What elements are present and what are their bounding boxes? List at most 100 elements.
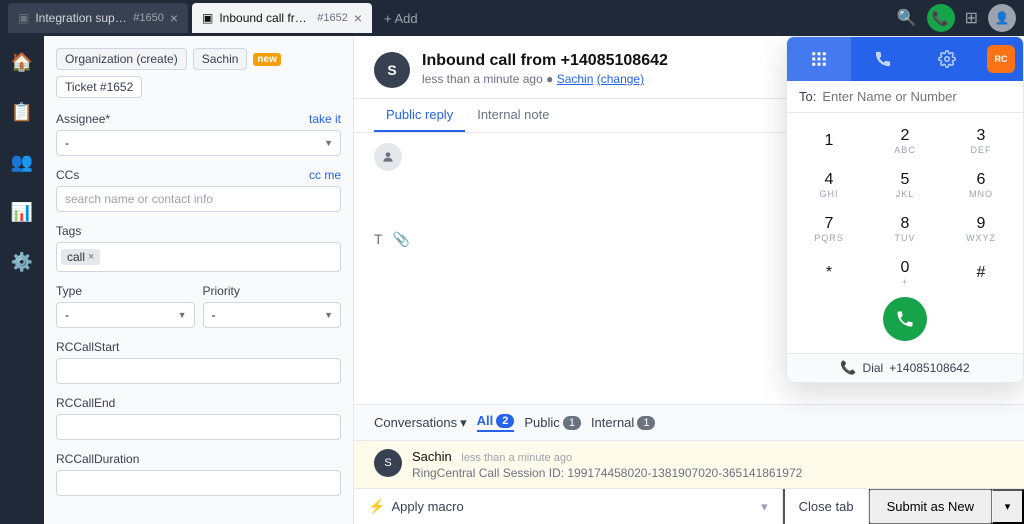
tab-2-close[interactable]: ×	[354, 10, 362, 26]
ccs-input[interactable]	[56, 186, 341, 212]
internal-filter[interactable]: Internal 1	[591, 415, 656, 430]
add-tab-button[interactable]: + Add	[376, 11, 426, 26]
take-it-link[interactable]: take it	[309, 112, 341, 126]
breadcrumb-ticket[interactable]: Ticket #1652	[56, 76, 142, 98]
dialpad-call-row	[799, 297, 1011, 341]
conv-text: RingCentral Call Session ID: 19917445802…	[412, 466, 1004, 480]
call-button[interactable]	[883, 297, 927, 341]
breadcrumb-user[interactable]: Sachin	[193, 48, 248, 70]
side-nav: 🏠 📋 👥 📊 ⚙️	[0, 36, 44, 524]
dialer-tab-phone[interactable]	[851, 37, 915, 81]
main-content: S Inbound call from +14085108642 less th…	[354, 36, 1024, 524]
dialer-to-label: To:	[799, 89, 816, 104]
dialpad-key-9[interactable]: 9WXYZ	[951, 209, 1011, 249]
conversation-item: S Sachin less than a minute ago RingCent…	[354, 440, 1024, 488]
dialpad-key-5[interactable]: 5JKL	[875, 165, 935, 205]
dialpad: 1 2ABC 3DEF 4GHI 5JKL 6MNO 7PQRS 8TUV 9W…	[787, 113, 1023, 353]
tag-call-remove[interactable]: ×	[88, 251, 94, 263]
rccallduration-section: RCCallDuration	[56, 452, 341, 496]
ticket-avatar: S	[374, 52, 410, 88]
reply-tab-internal[interactable]: Internal note	[465, 99, 561, 132]
user-avatar[interactable]: 👤	[988, 4, 1016, 32]
type-select[interactable]: -	[56, 302, 195, 328]
lightning-icon: ⚡	[368, 498, 385, 515]
rccallend-section: RCCallEnd	[56, 396, 341, 440]
text-format-icon[interactable]: T	[374, 231, 383, 248]
cc-me-link[interactable]: cc me	[309, 168, 341, 182]
priority-col: Priority -	[203, 284, 342, 328]
search-button[interactable]: 🔍	[897, 8, 917, 28]
nav-settings[interactable]: ⚙️	[6, 246, 38, 278]
public-filter[interactable]: Public 1	[524, 415, 581, 430]
tags-container[interactable]: call ×	[56, 242, 341, 272]
dialpad-key-3[interactable]: 3DEF	[951, 121, 1011, 161]
phone-button[interactable]: 📞	[927, 4, 955, 32]
rccallstart-input[interactable]	[56, 358, 341, 384]
dialer-popup: RC To: 1 2ABC 3DEF 4GHI 5JKL 6MNO	[786, 36, 1024, 383]
dialpad-key-hash[interactable]: #	[951, 253, 1011, 293]
rccallduration-label: RCCallDuration	[56, 452, 341, 466]
submit-chevron-icon: ▾	[1005, 500, 1011, 513]
tag-call: call ×	[61, 249, 100, 265]
dialpad-key-6[interactable]: 6MNO	[951, 165, 1011, 205]
rccallend-label: RCCallEnd	[56, 396, 341, 410]
submit-button-group: Submit as New ▾	[869, 489, 1024, 524]
nav-inbox[interactable]: 📋	[6, 96, 38, 128]
ticket-change-link[interactable]: (change)	[597, 72, 644, 86]
priority-select[interactable]: -	[203, 302, 342, 328]
internal-count-badge: 1	[637, 416, 655, 430]
submit-dropdown-button[interactable]: ▾	[992, 489, 1024, 524]
attachment-icon[interactable]: 📎	[393, 231, 410, 248]
assignee-section: Assignee* take it -	[56, 112, 341, 156]
dialpad-row-3: 7PQRS 8TUV 9WXYZ	[799, 209, 1011, 249]
priority-label: Priority	[203, 284, 342, 298]
dialpad-key-2[interactable]: 2ABC	[875, 121, 935, 161]
tab-bar: ▣ Integration support call fro... #1650 …	[0, 0, 1024, 36]
assignee-select[interactable]: -	[56, 130, 341, 156]
rccallduration-input[interactable]	[56, 470, 341, 496]
tab-1-close[interactable]: ×	[170, 10, 178, 26]
dialpad-row-4: * 0+ #	[799, 253, 1011, 293]
dialer-tab-grid[interactable]	[787, 37, 851, 81]
nav-home[interactable]: 🏠	[6, 46, 38, 78]
dialpad-key-star[interactable]: *	[799, 253, 859, 293]
close-tab-button[interactable]: Close tab	[783, 489, 869, 524]
reply-user-icon	[374, 143, 402, 171]
conv-avatar: S	[374, 449, 402, 477]
dial-bar[interactable]: 📞 Dial +14085108642	[787, 353, 1023, 382]
dialer-to-input[interactable]	[822, 89, 1011, 104]
dialpad-key-1[interactable]: 1	[799, 121, 859, 161]
dialpad-key-7[interactable]: 7PQRS	[799, 209, 859, 249]
grid-button[interactable]: ⊞	[965, 8, 978, 28]
ticket-user-link[interactable]: Sachin	[557, 72, 594, 86]
tab-1-icon: ▣	[18, 11, 29, 25]
ccs-section: CCs cc me	[56, 168, 341, 212]
conv-header: Sachin less than a minute ago	[412, 449, 1004, 464]
dialpad-row-2: 4GHI 5JKL 6MNO	[799, 165, 1011, 205]
dialpad-key-8[interactable]: 8TUV	[875, 209, 935, 249]
tab-2-title: Inbound call from +1408...	[219, 11, 311, 25]
nav-chart[interactable]: 📊	[6, 196, 38, 228]
submit-main-button[interactable]: Submit as New	[869, 489, 992, 524]
reply-tab-public[interactable]: Public reply	[374, 99, 465, 132]
dialer-tab-settings[interactable]	[915, 37, 979, 81]
bottom-bar: ⚡ Apply macro ▾ Close tab Submit as New …	[354, 488, 1024, 524]
left-panel: Organization (create) Sachin new Ticket …	[44, 36, 354, 524]
rccallstart-label: RCCallStart	[56, 340, 341, 354]
conv-name: Sachin	[412, 449, 452, 464]
conv-content: Sachin less than a minute ago RingCentra…	[412, 449, 1004, 480]
dialpad-key-4[interactable]: 4GHI	[799, 165, 859, 205]
apply-macro-button[interactable]: ⚡ Apply macro ▾	[354, 489, 783, 524]
breadcrumb: Organization (create) Sachin new Ticket …	[56, 48, 341, 98]
dialpad-key-0[interactable]: 0+	[875, 253, 935, 293]
all-filter[interactable]: All 2	[477, 413, 515, 432]
breadcrumb-org[interactable]: Organization (create)	[56, 48, 187, 70]
tab-2[interactable]: ▣ Inbound call from +1408... #1652 ×	[192, 3, 372, 33]
dial-phone-icon: 📞	[840, 360, 856, 376]
nav-users[interactable]: 👥	[6, 146, 38, 178]
assignee-label: Assignee* take it	[56, 112, 341, 126]
tab-actions: 🔍 📞 ⊞ 👤	[897, 4, 1016, 32]
conversations-label[interactable]: Conversations ▾	[374, 415, 467, 431]
rccallend-input[interactable]	[56, 414, 341, 440]
tab-1[interactable]: ▣ Integration support call fro... #1650 …	[8, 3, 188, 33]
